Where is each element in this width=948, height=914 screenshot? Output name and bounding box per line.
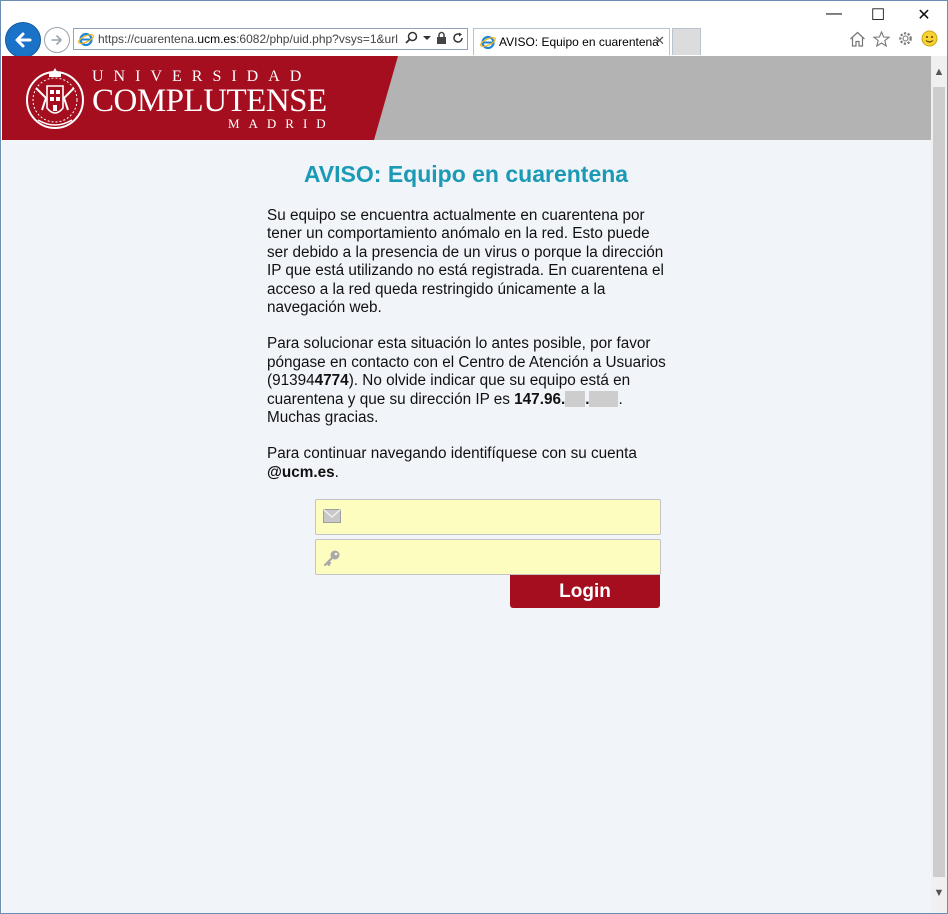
back-button[interactable] <box>5 22 41 58</box>
tab-aviso[interactable]: AVISO: Equipo en cuarentena ✕ <box>473 28 670 55</box>
smiley-icon[interactable] <box>921 30 938 47</box>
ip-redacted-block <box>589 390 619 407</box>
phone-prefix: 91394 <box>272 372 315 390</box>
scroll-down-arrow-icon[interactable]: ▼ <box>931 887 947 899</box>
address-bar[interactable]: https://cuarentena.ucm.es:6082/php/uid.p… <box>73 28 468 50</box>
ip-redacted-block <box>565 390 586 407</box>
password-input[interactable] <box>346 540 660 576</box>
ucm-logo-text: UNIVERSIDAD COMPLUTENSE MADRID <box>92 68 327 131</box>
password-field-wrapper <box>315 539 661 576</box>
notice-paragraph-2: Para solucionar esta situación lo antes … <box>267 335 666 427</box>
ip-prefix: 147.96. <box>514 390 566 408</box>
logo-line-complutense: COMPLUTENSE <box>92 83 327 119</box>
gear-icon[interactable] <box>897 30 914 47</box>
email-field-wrapper <box>315 499 661 536</box>
url-text[interactable]: https://cuarentena.ucm.es:6082/php/uid.p… <box>98 32 398 46</box>
phone-extension: 4774 <box>314 372 349 390</box>
ucm-crest-icon <box>26 68 84 129</box>
login-form: Login <box>315 499 661 608</box>
ip-address: 147.96.. <box>514 390 619 408</box>
scroll-up-arrow-icon[interactable]: ▲ <box>931 66 947 78</box>
browser-tools <box>849 30 938 47</box>
close-window-button[interactable]: ✕ <box>909 5 939 25</box>
refresh-icon[interactable] <box>452 32 464 44</box>
para3-end: . <box>334 463 339 481</box>
forward-button[interactable] <box>44 27 70 53</box>
dropdown-icon[interactable] <box>423 35 431 41</box>
back-arrow-icon <box>15 32 32 48</box>
search-icon[interactable] <box>405 31 418 44</box>
home-icon[interactable] <box>849 31 866 47</box>
browser-toolbar: https://cuarentena.ucm.es:6082/php/uid.p… <box>1 1 947 58</box>
ucm-logo[interactable]: UNIVERSIDAD COMPLUTENSE MADRID <box>2 56 398 140</box>
account-domain: @ucm.es <box>267 463 335 481</box>
minimize-button[interactable]: — <box>819 5 849 23</box>
forward-arrow-icon <box>51 35 62 45</box>
para3-text: Para continuar navegando identifíquese c… <box>267 445 637 463</box>
page-viewport: UNIVERSIDAD COMPLUTENSE MADRID AVISO: Eq… <box>2 56 931 913</box>
url-suffix: :6082/php/uid.php?vsys=1&url <box>236 32 398 46</box>
browser-window: https://cuarentena.ucm.es:6082/php/uid.p… <box>0 0 948 914</box>
scroll-thumb[interactable] <box>933 87 945 877</box>
tab-label: AVISO: Equipo en cuarentena <box>499 35 659 49</box>
page-title: AVISO: Equipo en cuarentena <box>303 161 629 187</box>
lock-icon[interactable] <box>436 31 447 44</box>
vertical-scrollbar[interactable]: ▲ ▼ <box>931 56 947 913</box>
tab-close-icon[interactable]: ✕ <box>654 33 665 49</box>
new-tab-button[interactable] <box>672 28 701 55</box>
ie-icon <box>78 32 94 47</box>
email-input[interactable] <box>346 500 660 536</box>
url-prefix: https://cuarentena. <box>98 32 198 46</box>
ie-icon <box>480 35 496 50</box>
notice-content: AVISO: Equipo en cuarentena Su equipo se… <box>266 157 666 500</box>
login-button[interactable]: Login <box>510 575 660 608</box>
notice-paragraph-3: Para continuar navegando identifíquese c… <box>267 445 666 482</box>
star-icon[interactable] <box>873 30 890 47</box>
maximize-button[interactable]: ☐ <box>863 5 893 25</box>
key-icon <box>323 550 340 567</box>
mail-icon <box>323 509 341 523</box>
logo-line-madrid: MADRID <box>227 116 335 131</box>
address-tools <box>405 31 464 44</box>
notice-paragraph-1: Su equipo se encuentra actualmente en cu… <box>267 207 664 317</box>
url-host: ucm.es <box>197 32 237 46</box>
